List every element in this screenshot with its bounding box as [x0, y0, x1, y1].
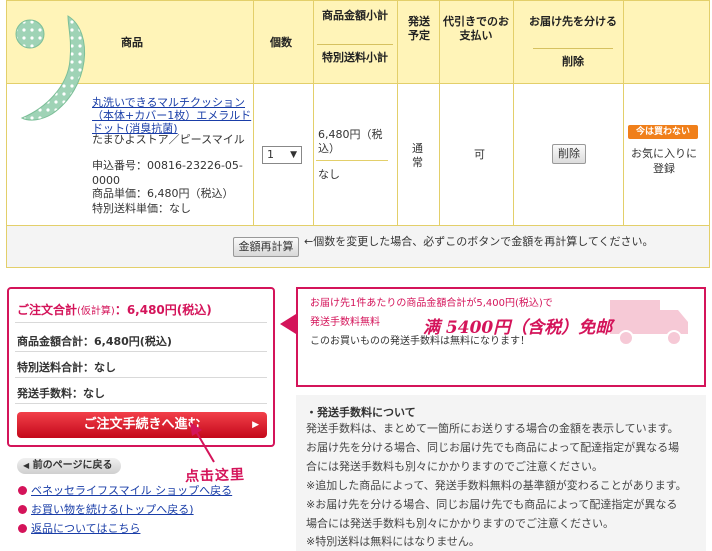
product-special-unit: 特別送料単価：なし	[92, 202, 191, 215]
notice-line-free: 発送手数料無料	[310, 317, 380, 328]
item-subtotal: 6,480円（税込）	[318, 128, 383, 155]
recalculate-note: ←個数を変更した場合、必ずこのボタンで金額を再計算してください。	[304, 235, 654, 248]
product-unit-price: 商品単価：6,480円（税込）	[92, 187, 234, 200]
chevron-right-icon: ▶	[252, 420, 259, 430]
product-name-link[interactable]: 丸洗いできるマルチクッション（本体+カバー1枚）エメラルドドット(消臭抗菌)	[92, 96, 252, 135]
notice-pointer	[280, 314, 296, 334]
order-summary-box: ご注文合計(仮計算)：6,480円(税込) 商品金額合計：6,480円(税込) …	[7, 287, 275, 447]
chevron-left-icon: ◀	[23, 461, 30, 470]
back-page-label: 前のページに戻る	[32, 460, 113, 471]
chevron-down-icon: ▼	[290, 150, 297, 160]
product-image[interactable]	[12, 10, 88, 130]
header-subtotal: 商品金額小計	[322, 9, 388, 22]
summary-line-fee: 発送手数料：なし	[17, 387, 105, 400]
header-special-shipping: 特別送料小計	[322, 51, 388, 64]
header-ship-plan: 発送予定	[408, 15, 430, 42]
item-cod: 可	[474, 148, 485, 161]
summary-line-special: 特別送料合計：なし	[17, 361, 116, 374]
order-total-label: ご注文合計	[17, 303, 78, 317]
add-favorite-link[interactable]: お気に入りに登録	[628, 146, 700, 176]
item-special-shipping: なし	[318, 168, 340, 181]
summary-line-subtotal: 商品金額合計：6,480円(税込)	[17, 335, 172, 348]
order-total-note: (仮計算)	[77, 306, 115, 317]
notice-line-free-message: このお買いものの発送手数料は無料になります！	[310, 336, 530, 347]
proceed-order-button[interactable]: ご注文手続きへ進む ▶	[17, 412, 267, 438]
fee-info-line: お届け先を分ける場合、同じお届け先でも商品によって配達指定が異なる場	[306, 441, 680, 454]
product-store: たまひよストア／ピースマイル	[92, 133, 245, 146]
link-returns[interactable]: 返品についてはこちら	[18, 520, 140, 536]
annotation-arrow-icon	[190, 422, 215, 463]
quantity-select[interactable]: 1 ▼	[262, 146, 302, 164]
fee-info-line: ※追加した商品によって、発送手数料無料の基準額が変わることがあります。	[306, 479, 687, 492]
cart-header: 商品 個数 商品金額小計 特別送料小計 発送予定 代引きでのお支払い お届け先を…	[6, 0, 710, 85]
fee-info-line: 場合には発送手数料も別々にかかりますのでご注意ください。	[306, 517, 614, 530]
back-page-button[interactable]: ◀ 前のページに戻る	[17, 458, 121, 474]
truck-icon	[610, 300, 688, 346]
fee-info-line: 発送手数料は、まとめて一箇所にお送りする場合の金額を表示しています。	[306, 422, 679, 435]
shipping-fee-title: ・発送手数料について	[306, 406, 416, 419]
fee-info-line: ※特別送料は無料にはなりません。	[306, 535, 480, 548]
header-delete: 削除	[562, 55, 584, 68]
order-total-value: ：6,480円(税込)	[114, 303, 212, 317]
notice-line-threshold: お届け先1件あたりの商品金額合計が5,400円(税込)で	[310, 298, 553, 309]
quantity-value: 1	[267, 148, 274, 161]
link-continue-shopping[interactable]: お買い物を続ける(トップへ戻る)	[18, 501, 194, 517]
delete-button[interactable]: 削除	[552, 144, 586, 164]
fee-info-line: ※お届け先を分ける場合、同じお届け先でも商品によって配達指定が異なる	[306, 498, 678, 511]
item-ship-plan: 通常	[412, 142, 423, 169]
header-cod: 代引きでのお支払い	[443, 15, 509, 42]
recalculate-button[interactable]: 金額再計算	[233, 237, 299, 257]
order-total-title: ご注文合計(仮計算)：6,480円(税込)	[17, 301, 212, 318]
link-shop-top[interactable]: ベネッセライフスマイル ショップへ戻る	[18, 482, 232, 498]
header-split-delivery: お届け先を分ける	[529, 15, 617, 28]
product-order-no: 申込番号：00816-23226-05-0000	[92, 159, 243, 187]
buy-later-badge[interactable]: 今は買わない	[628, 125, 698, 139]
header-quantity: 個数	[270, 36, 292, 49]
fee-info-line: 合には発送手数料も別々にかかりますのでご注意ください。	[306, 460, 603, 473]
